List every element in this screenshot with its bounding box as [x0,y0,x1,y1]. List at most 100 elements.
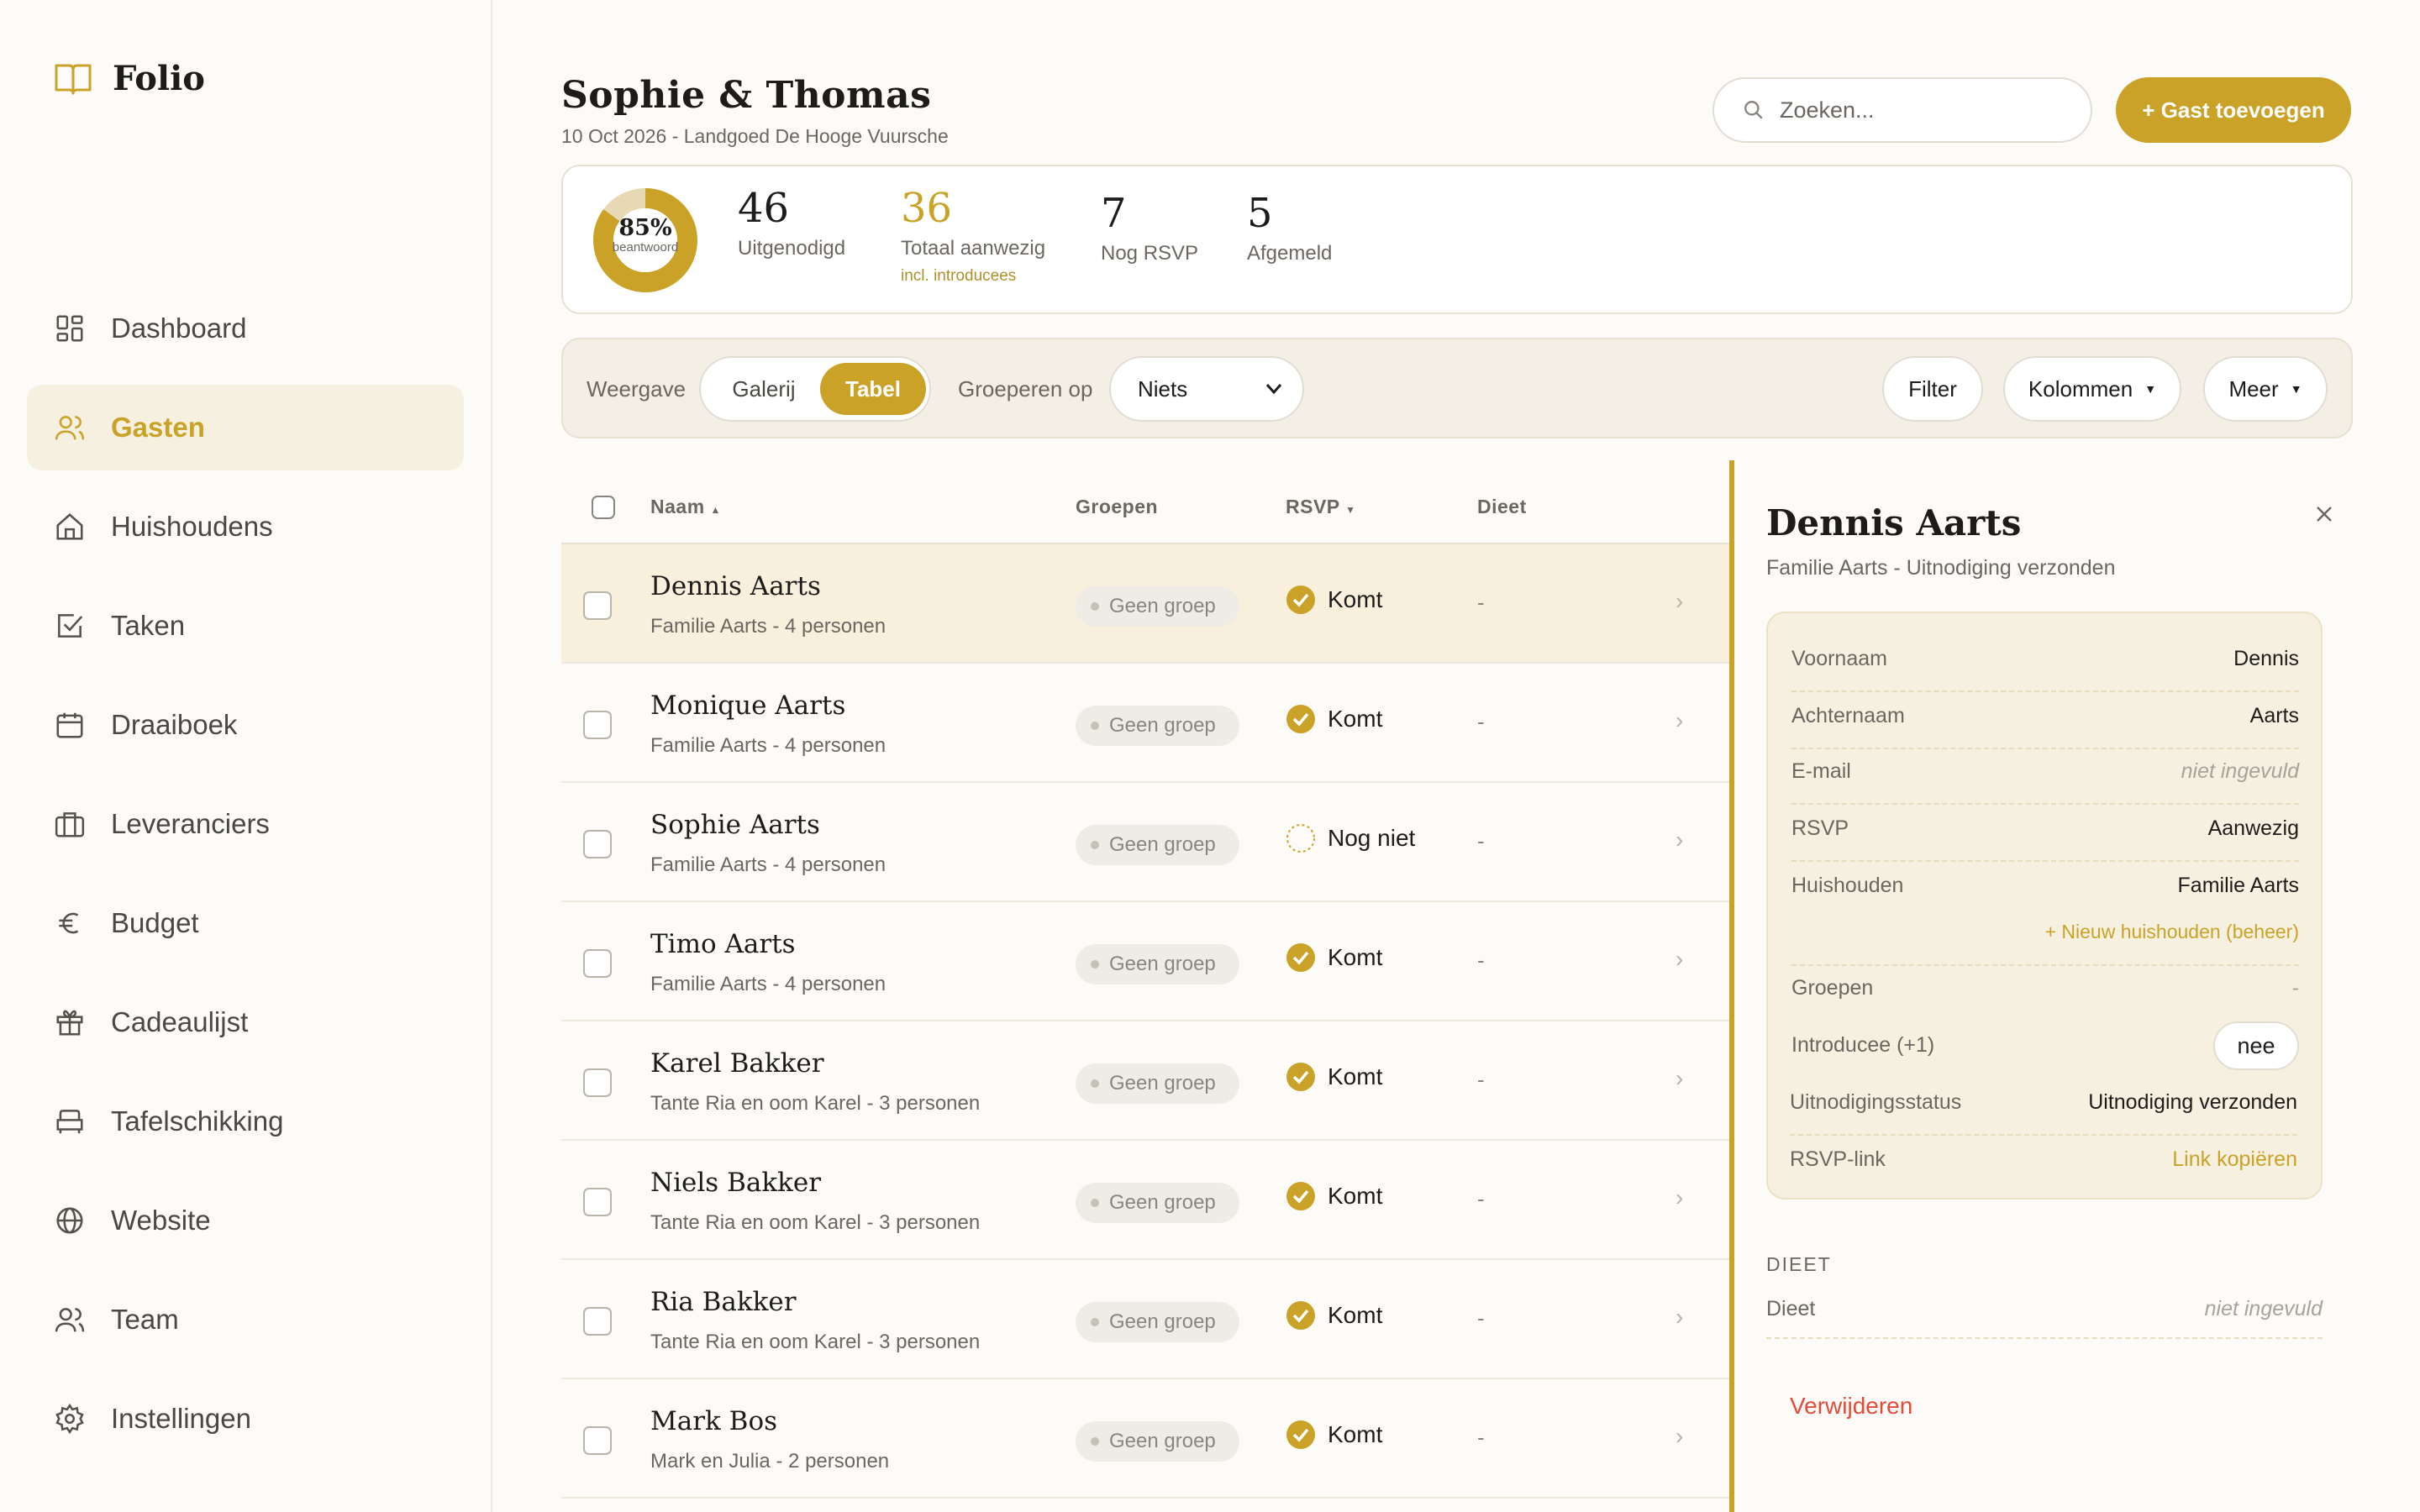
rsvp-status: Nog niet [1286,823,1415,853]
sidebar-item-gasten[interactable]: Gasten [27,385,464,470]
field-label: Introducee (+1) [1791,1033,1935,1057]
search-input[interactable] [1780,97,2082,123]
field-value[interactable]: Aanwezig [2208,816,2299,841]
column-header-groups[interactable]: Groepen [1076,496,1158,518]
field-value[interactable]: Uitnodiging verzonden [2088,1090,2297,1115]
columns-button[interactable]: Kolommen ▼ [2003,356,2181,422]
view-option-galerij[interactable]: Galerij [709,363,818,415]
sidebar-item-website[interactable]: Website [27,1178,464,1263]
close-icon[interactable] [2306,496,2343,533]
row-checkbox[interactable] [583,1068,612,1097]
field-label: RSVP-link [1790,1147,1886,1171]
sort-asc-icon: ▲ [710,504,721,516]
sidebar-item-leveranciers[interactable]: Leveranciers [27,781,464,867]
field-dieet: Dieet niet ingevuld [1766,1297,2323,1339]
chevron-right-icon[interactable]: › [1676,1423,1683,1450]
chevron-right-icon[interactable]: › [1676,946,1683,973]
chevron-right-icon[interactable]: › [1676,588,1683,615]
sidebar-item-label: Draaiboek [111,709,238,740]
group-badge: Geen groep [1076,706,1239,746]
row-checkbox[interactable] [583,1188,612,1216]
row-checkbox[interactable] [583,830,612,858]
chevron-right-icon[interactable]: › [1676,707,1683,734]
new-household-link[interactable]: + Nieuw huishouden (beheer) [2045,921,2299,943]
diet-value: - [1477,1067,1485,1092]
chevron-right-icon[interactable]: › [1676,1184,1683,1211]
brand[interactable]: Folio [54,59,205,98]
search-box[interactable] [1712,77,2092,143]
donut-label: beantwoord [612,240,679,255]
table-row[interactable]: Karel Bakker Tante Ria en oom Karel - 3 … [561,1021,1729,1141]
sidebar-item-huishoudens[interactable]: Huishoudens [27,484,464,570]
table-row[interactable]: Dennis Aarts Familie Aarts - 4 personen … [561,544,1729,664]
delete-guest-button[interactable]: Verwijderen [1790,1393,1912,1420]
group-badge: Geen groep [1076,586,1239,627]
row-checkbox[interactable] [583,1426,612,1455]
column-header-name[interactable]: Naam ▲ [650,496,721,518]
sidebar: Folio Dashboard Gasten Huishoudens Taken… [0,0,492,1512]
sidebar-item-dashboard[interactable]: Dashboard [27,286,464,371]
sidebar-item-cadeaulijst[interactable]: Cadeaulijst [27,979,464,1065]
field-achternaam: Achternaam Aarts [1791,704,2299,749]
sofa-icon [56,1110,83,1134]
filter-button[interactable]: Filter [1882,356,1983,422]
row-checkbox[interactable] [583,711,612,739]
briefcase-icon [55,812,85,837]
field-email: E-mail niet ingevuld [1791,759,2299,805]
field-value[interactable]: - [2292,976,2299,1000]
sidebar-item-budget[interactable]: Budget [27,880,464,966]
field-value[interactable]: niet ingevuld [2205,1297,2323,1321]
field-value[interactable]: Familie Aarts [2178,874,2299,898]
copy-link-button[interactable]: Link kopiëren [2172,1147,2297,1172]
chevron-right-icon[interactable]: › [1676,1304,1683,1331]
column-header-rsvp[interactable]: RSVP ▼ [1286,496,1356,518]
select-all-checkbox[interactable] [592,496,615,519]
guest-name: Niels Bakker [650,1168,822,1198]
view-option-tabel[interactable]: Tabel [820,363,926,415]
sidebar-item-draaiboek[interactable]: Draaiboek [27,682,464,768]
table-row[interactable]: Monique Aarts Familie Aarts - 4 personen… [561,664,1729,783]
field-voornaam: Voornaam Dennis [1791,647,2299,692]
field-value[interactable]: niet ingevuld [2181,759,2299,784]
row-checkbox[interactable] [583,591,612,620]
columns-label: Kolommen [2028,375,2133,402]
field-rsvp-link: RSVP-link Link kopiëren [1790,1147,2297,1193]
table-row[interactable]: Timo Aarts Familie Aarts - 4 personen Ge… [561,902,1729,1021]
sidebar-item-instellingen[interactable]: Instellingen [27,1376,464,1462]
pending-circle-icon [1286,824,1315,853]
panel-title: Dennis Aarts [1766,502,2022,543]
guest-household: Familie Aarts - 4 personen [650,973,886,995]
group-by-select[interactable]: Niets [1109,356,1304,422]
table-row[interactable]: Sophie Aarts Familie Aarts - 4 personen … [561,783,1729,902]
row-checkbox[interactable] [583,949,612,978]
field-label: Uitnodigingsstatus [1790,1090,1962,1114]
gear-icon [55,1403,84,1435]
guest-household: Familie Aarts - 4 personen [650,615,886,638]
field-groepen: Groepen - [1791,976,2299,1018]
rsvp-label: Komt [1328,706,1383,732]
field-value[interactable]: Dennis [2233,647,2299,671]
group-badge: Geen groep [1076,1421,1239,1462]
rsvp-label: Nog niet [1328,825,1416,851]
stats-card: 85% beantwoord 46 Uitgenodigd 36 Totaal … [561,165,2353,314]
page-header: Sophie & Thomas 10 Oct 2026 - Landgoed D… [561,74,949,148]
field-value[interactable]: Aarts [2250,704,2299,728]
chevron-right-icon[interactable]: › [1676,827,1683,853]
sidebar-item-label: Team [111,1304,179,1335]
rsvp-status: Komt [1286,1062,1382,1092]
chevron-right-icon[interactable]: › [1676,1065,1683,1092]
row-checkbox[interactable] [583,1307,612,1336]
check-circle-icon [1286,1420,1315,1449]
add-guest-button[interactable]: + Gast toevoegen [2116,77,2351,143]
field-huishouden: Huishouden Familie Aarts + Nieuw huishou… [1791,874,2299,966]
more-button[interactable]: Meer ▼ [2203,356,2328,422]
plus-one-toggle[interactable]: nee [2213,1021,2299,1070]
sidebar-item-taken[interactable]: Taken [27,583,464,669]
column-header-diet[interactable]: Dieet [1477,496,1527,518]
sidebar-item-team[interactable]: Team [27,1277,464,1362]
table-row[interactable]: Ria Bakker Tante Ria en oom Karel - 3 pe… [561,1260,1729,1379]
table-row[interactable]: Mark Bos Mark en Julia - 2 personen Geen… [561,1379,1729,1499]
sidebar-item-tafelschikking[interactable]: Tafelschikking [27,1079,464,1164]
table-row[interactable]: Niels Bakker Tante Ria en oom Karel - 3 … [561,1141,1729,1260]
euro-icon [59,912,79,934]
